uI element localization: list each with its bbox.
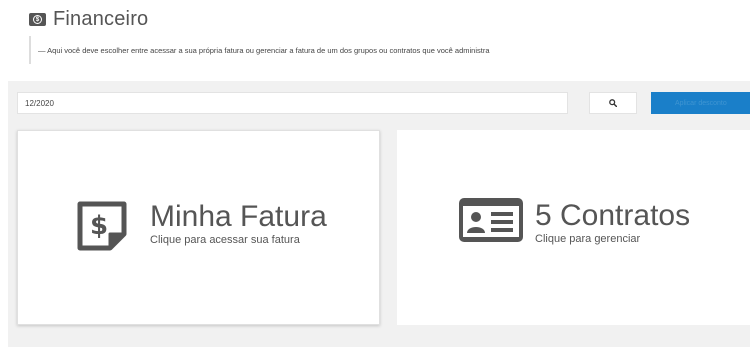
svg-text:$: $ — [90, 211, 108, 241]
page-title: Financeiro — [53, 8, 149, 30]
apply-discount-button[interactable]: Aplicar desconto — [651, 92, 750, 114]
period-input[interactable]: 12/2020 — [17, 92, 568, 114]
invoice-dollar-icon: $ — [74, 198, 130, 254]
contracts-text: 5 Contratos Clique para gerenciar — [535, 199, 691, 246]
contracts-title: 5 Contratos — [535, 199, 691, 232]
period-input-value: 12/2020 — [25, 98, 54, 108]
apply-discount-label: Aplicar desconto — [675, 99, 727, 107]
money-icon: $ — [29, 13, 46, 26]
my-invoice-title: Minha Fatura — [150, 200, 327, 233]
contracts-card[interactable]: 5 Contratos Clique para gerenciar — [397, 130, 750, 325]
search-button[interactable] — [589, 92, 637, 114]
search-icon — [609, 99, 617, 107]
id-card-icon — [459, 198, 523, 242]
page-header: $ Financeiro — [29, 8, 148, 31]
my-invoice-text: Minha Fatura Clique para acessar sua fat… — [150, 200, 327, 247]
page-subtitle-text: — Aqui você deve escolher entre acessar … — [38, 45, 490, 55]
my-invoice-subtitle: Clique para acessar sua fatura — [150, 234, 300, 246]
page-subtitle: — Aqui você deve escolher entre acessar … — [29, 36, 490, 64]
contracts-subtitle: Clique para gerenciar — [535, 233, 641, 245]
my-invoice-card[interactable]: $ Minha Fatura Clique para acessar sua f… — [17, 130, 380, 325]
